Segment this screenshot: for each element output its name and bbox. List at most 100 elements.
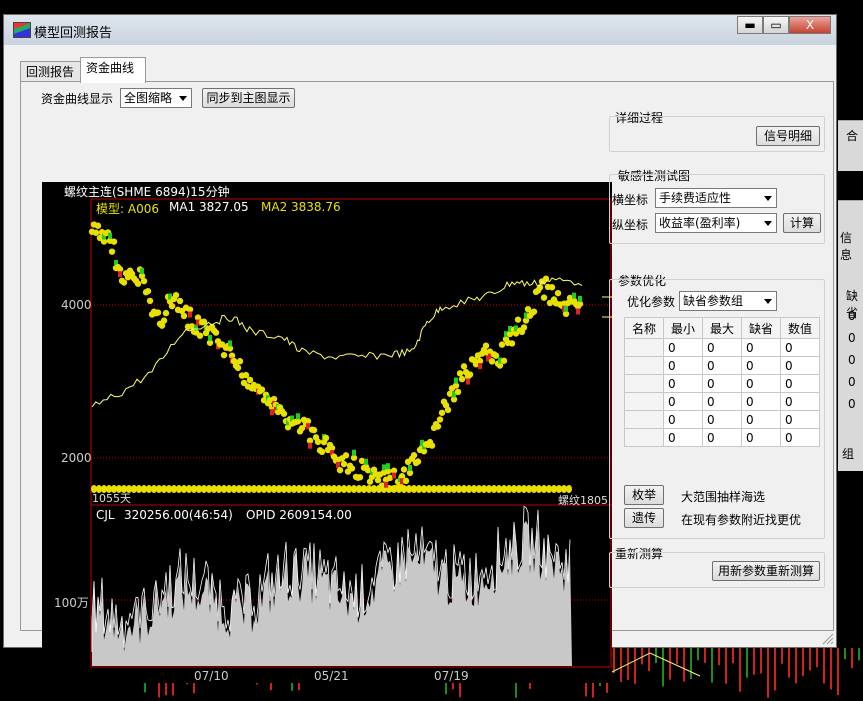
background-volume-bar [774, 648, 776, 691]
param-name-cell[interactable] [624, 356, 664, 375]
price-dot [196, 332, 204, 339]
param-default-cell[interactable]: 0 [741, 374, 781, 393]
tab-equity-curve[interactable]: 资金曲线 [80, 57, 146, 83]
buy-signal-mark [208, 334, 212, 341]
background-volume-bar [760, 648, 762, 674]
minimize-button[interactable]: ▬ [737, 16, 763, 34]
maximize-button[interactable]: ▭ [763, 16, 789, 34]
background-volume-bar [781, 648, 783, 664]
background-volume-bar [704, 648, 706, 663]
signal-details-button[interactable]: 信号明细 [756, 126, 820, 146]
background-volume-bar [662, 648, 664, 687]
background-volume-bar [725, 648, 727, 684]
param-max-cell[interactable]: 0 [702, 392, 742, 411]
price-dot [176, 297, 184, 305]
price-dot [180, 312, 188, 320]
param-max-cell[interactable]: 0 [702, 338, 742, 357]
param-name-cell[interactable] [624, 338, 664, 357]
exhaustive-search-button[interactable]: 枚举 [624, 485, 664, 505]
price-dot [410, 452, 418, 459]
param-table[interactable]: 名称 最小 最大 缺省 数值 0 0 0 0 0 0 0 0 0 0 0 0 0… [624, 317, 820, 447]
price-dot [340, 460, 348, 468]
param-name-cell[interactable] [624, 392, 664, 411]
price-dot [140, 277, 148, 285]
price-dot [162, 309, 170, 317]
buy-signal-mark [572, 292, 576, 299]
table-row: 0 0 0 0 [624, 428, 820, 447]
param-value-cell[interactable]: 0 [780, 356, 820, 375]
price-dot [92, 229, 100, 236]
column-header: 名称 [624, 317, 664, 339]
param-max-cell[interactable]: 0 [702, 410, 742, 429]
background-volume-bar [620, 648, 622, 682]
param-value-cell[interactable]: 0 [780, 374, 820, 393]
price-dot [144, 287, 152, 295]
param-max-cell[interactable]: 0 [702, 428, 742, 447]
display-mode-select[interactable]: 全图缩略 [120, 88, 192, 108]
close-button[interactable]: X [789, 16, 831, 34]
calculate-button[interactable]: 计算 [783, 213, 821, 233]
volume-label: CJL [96, 508, 115, 522]
param-min-cell[interactable]: 0 [663, 428, 703, 447]
chart-symbol-title: 螺纹主连(SHME 6894)15分钟 [64, 185, 230, 199]
param-min-cell[interactable]: 0 [663, 374, 703, 393]
param-max-cell[interactable]: 0 [702, 356, 742, 375]
param-name-cell[interactable] [624, 374, 664, 393]
price-dot [134, 280, 142, 287]
param-default-cell[interactable]: 0 [741, 428, 781, 447]
price-dot [508, 340, 516, 347]
price-dot [454, 388, 462, 396]
resize-grip-icon[interactable] [822, 633, 834, 645]
param-default-cell[interactable]: 0 [741, 392, 781, 411]
price-dot [160, 317, 168, 324]
param-value-cell[interactable]: 0 [780, 392, 820, 411]
background-volume-bar [732, 648, 734, 664]
background-volume-bar [690, 648, 692, 680]
param-default-cell[interactable]: 0 [741, 410, 781, 429]
param-default-cell[interactable]: 0 [741, 356, 781, 375]
title-bar[interactable]: 模型回测报告 ▬ ▭ X [4, 15, 836, 45]
genetic-search-button[interactable]: 遗传 [624, 508, 664, 528]
chevron-down-icon [764, 299, 772, 304]
background-volume-bar [795, 648, 797, 684]
background-volume-bar [746, 648, 748, 678]
price-dot [466, 371, 474, 378]
recalculate-button[interactable]: 用新参数重新测算 [712, 561, 820, 581]
equity-curve-chart[interactable]: 螺纹主连(SHME 6894)15分钟 模型: A006 MA1 3827.05… [42, 182, 612, 683]
sell-signal-mark [336, 461, 340, 468]
buy-signal-mark [364, 458, 368, 465]
param-min-cell[interactable]: 0 [663, 338, 703, 357]
x-axis-param-select[interactable]: 手续费适应性 [655, 188, 777, 208]
price-dot [374, 476, 382, 484]
param-value-cell[interactable]: 0 [780, 428, 820, 447]
param-min-cell[interactable]: 0 [663, 410, 703, 429]
buy-signal-mark [564, 305, 568, 312]
y-axis-param-select[interactable]: 收益率(盈利率) [655, 213, 777, 233]
price-dot [540, 294, 548, 301]
buy-signal-mark [454, 377, 458, 384]
param-max-cell[interactable]: 0 [702, 374, 742, 393]
table-row: 0 0 0 0 [624, 410, 820, 429]
opt-param-select[interactable]: 缺省参数组 [679, 291, 777, 311]
sync-to-main-chart-button[interactable]: 同步到主图显示 [202, 88, 295, 108]
genetic-search-desc: 在现有参数附近找更优 [681, 513, 802, 527]
exhaustive-search-desc: 大范围抽样海选 [681, 490, 766, 504]
x-axis-label: 07/10 [194, 669, 229, 683]
param-value-cell[interactable]: 0 [780, 410, 820, 429]
param-value-cell[interactable]: 0 [780, 338, 820, 357]
param-min-cell[interactable]: 0 [663, 356, 703, 375]
param-name-cell[interactable] [624, 410, 664, 429]
price-dot [168, 302, 176, 310]
opid-label: OPID 2609154.00 [246, 508, 352, 522]
price-dot [348, 465, 356, 472]
sell-signal-mark [576, 308, 580, 315]
param-name-cell[interactable] [624, 428, 664, 447]
buy-signal-mark [108, 232, 112, 239]
price-dot [402, 477, 410, 485]
price-dot [548, 284, 556, 291]
opt-param-value: 缺省参数组 [683, 294, 744, 308]
tab-backtest-report[interactable]: 回测报告 [20, 61, 84, 82]
param-default-cell[interactable]: 0 [741, 338, 781, 357]
param-min-cell[interactable]: 0 [663, 392, 703, 411]
price-dot [342, 452, 350, 459]
